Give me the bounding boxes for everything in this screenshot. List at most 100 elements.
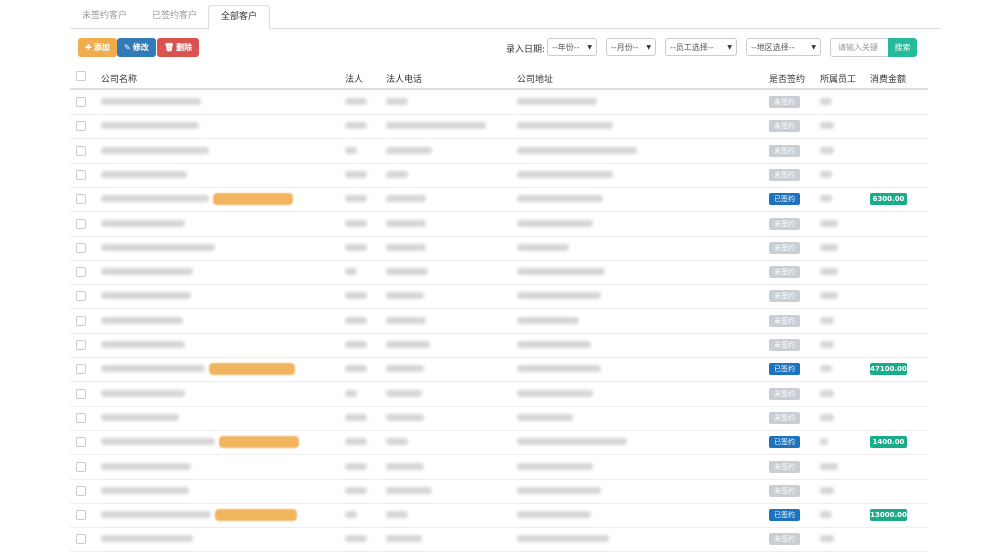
row-checkbox[interactable] [76, 340, 86, 350]
legal-name-redacted [345, 486, 367, 494]
row-checkbox[interactable] [76, 534, 86, 545]
legal-name-redacted [345, 195, 367, 203]
staff-name-redacted [820, 365, 832, 373]
row-checkbox[interactable] [76, 194, 86, 205]
edit-icon: ✎ [124, 43, 131, 52]
table-row[interactable]: 已签约 6300.00 [70, 187, 928, 213]
address-redacted [517, 486, 601, 494]
company-name-redacted [101, 243, 215, 251]
table-row[interactable]: 未签约 [70, 309, 928, 334]
edit-label: 修改 [132, 43, 149, 52]
row-checkbox[interactable] [76, 315, 86, 326]
tab-unsigned-customers[interactable]: 未签约客户 [70, 5, 139, 27]
staff-name-redacted [820, 511, 832, 519]
legal-phone-redacted [386, 243, 426, 251]
amount-badge: 6300.00 [870, 193, 907, 206]
legal-name-redacted [345, 535, 367, 543]
search-button[interactable]: 搜索 [888, 38, 917, 57]
signed-status-badge: 未签约 [769, 241, 800, 254]
table-row[interactable]: 未签约 [70, 260, 928, 286]
delete-button[interactable]: 🗑 删除 [157, 38, 200, 57]
row-checkbox[interactable] [76, 169, 86, 180]
staff-name-redacted [820, 389, 834, 397]
row-checkbox[interactable] [76, 121, 86, 132]
staff-select[interactable]: --员工选择-- ▼ [665, 38, 737, 56]
year-select[interactable]: --年份-- ▼ [547, 38, 597, 56]
legal-name-redacted [345, 341, 367, 348]
signed-status-badge: 已签约 [769, 436, 800, 449]
table-row[interactable]: 未签约 [70, 90, 928, 115]
table-row[interactable]: 未签约 [70, 114, 928, 140]
table-row[interactable]: 未签约 [70, 236, 928, 261]
row-checkbox[interactable] [76, 364, 86, 375]
legal-name-redacted [345, 268, 357, 276]
table-row[interactable]: 未签约 [70, 527, 928, 552]
legal-phone-redacted [386, 341, 430, 348]
search-placeholder: 请输入关键 [838, 43, 878, 52]
table-row[interactable]: 未签约 [70, 406, 928, 431]
row-checkbox[interactable] [76, 242, 86, 253]
tab-all-customers[interactable]: 全部客户 [208, 5, 271, 30]
legal-name-redacted [345, 243, 367, 251]
staff-name-redacted [820, 341, 834, 348]
region-select[interactable]: --地区选择-- ▼ [746, 38, 821, 56]
company-name-redacted [101, 438, 215, 446]
legal-phone-redacted [386, 170, 408, 178]
staff-name-redacted [820, 122, 834, 130]
row-checkbox[interactable] [76, 291, 86, 302]
signed-status-badge: 未签约 [769, 290, 800, 303]
table-row[interactable]: 未签约 [70, 333, 928, 358]
chevron-down-icon: ▼ [646, 44, 651, 51]
signed-status-badge: 未签约 [769, 217, 800, 230]
address-redacted [517, 413, 573, 421]
staff-name-redacted [820, 535, 834, 543]
company-name-redacted [101, 98, 201, 105]
address-redacted [517, 122, 613, 130]
row-checkbox[interactable] [76, 485, 86, 496]
plus-icon: ✚ [85, 43, 92, 52]
address-redacted [517, 292, 601, 300]
staff-name-redacted [820, 195, 832, 203]
company-website-tag [209, 363, 295, 376]
table-row[interactable]: 未签约 [70, 479, 928, 504]
legal-phone-redacted [386, 219, 426, 227]
address-redacted [517, 511, 591, 519]
table-row[interactable]: 未签约 [70, 139, 928, 164]
row-checkbox[interactable] [76, 437, 86, 448]
select-all-checkbox[interactable] [76, 71, 86, 81]
legal-phone-redacted [386, 316, 426, 324]
company-name-redacted [101, 486, 189, 494]
customer-tabs: 未签约客户 已签约客户 全部客户 [70, 0, 940, 30]
row-checkbox[interactable] [76, 412, 86, 423]
table-row[interactable]: 未签约 [70, 284, 928, 310]
table-row[interactable]: 已签约 47100.00 [70, 357, 928, 383]
edit-button[interactable]: ✎ 修改 [117, 38, 156, 57]
row-checkbox[interactable] [76, 461, 86, 472]
table-row[interactable]: 未签约 [70, 382, 928, 407]
signed-status-badge: 未签约 [769, 266, 800, 279]
row-checkbox[interactable] [76, 145, 86, 156]
table-row[interactable]: 已签约 1400.00 [70, 430, 928, 456]
signed-status-badge: 未签约 [769, 339, 800, 351]
table-row[interactable]: 未签约 [70, 163, 928, 188]
staff-name-redacted [820, 486, 834, 494]
header-address: 公司地址 [517, 75, 554, 85]
legal-name-redacted [345, 389, 357, 397]
legal-name-redacted [345, 146, 357, 154]
row-checkbox[interactable] [76, 388, 86, 399]
header-signed: 是否签约 [769, 75, 806, 85]
row-checkbox[interactable] [76, 218, 86, 229]
table-row[interactable]: 未签约 [70, 212, 928, 237]
add-button[interactable]: ✚ 添加 [78, 38, 117, 57]
tab-signed-customers[interactable]: 已签约客户 [140, 5, 209, 27]
row-checkbox[interactable] [76, 510, 86, 521]
row-checkbox[interactable] [76, 267, 86, 278]
company-name-redacted [101, 462, 191, 470]
table-row[interactable]: 未签约 [70, 455, 928, 480]
company-name-redacted [101, 268, 193, 276]
row-checkbox[interactable] [76, 97, 86, 107]
table-row[interactable]: 已签约 13000.00 [70, 503, 928, 529]
legal-phone-redacted [386, 413, 424, 421]
search-input[interactable]: 请输入关键 [830, 38, 888, 57]
month-select[interactable]: --月份-- ▼ [606, 38, 656, 56]
